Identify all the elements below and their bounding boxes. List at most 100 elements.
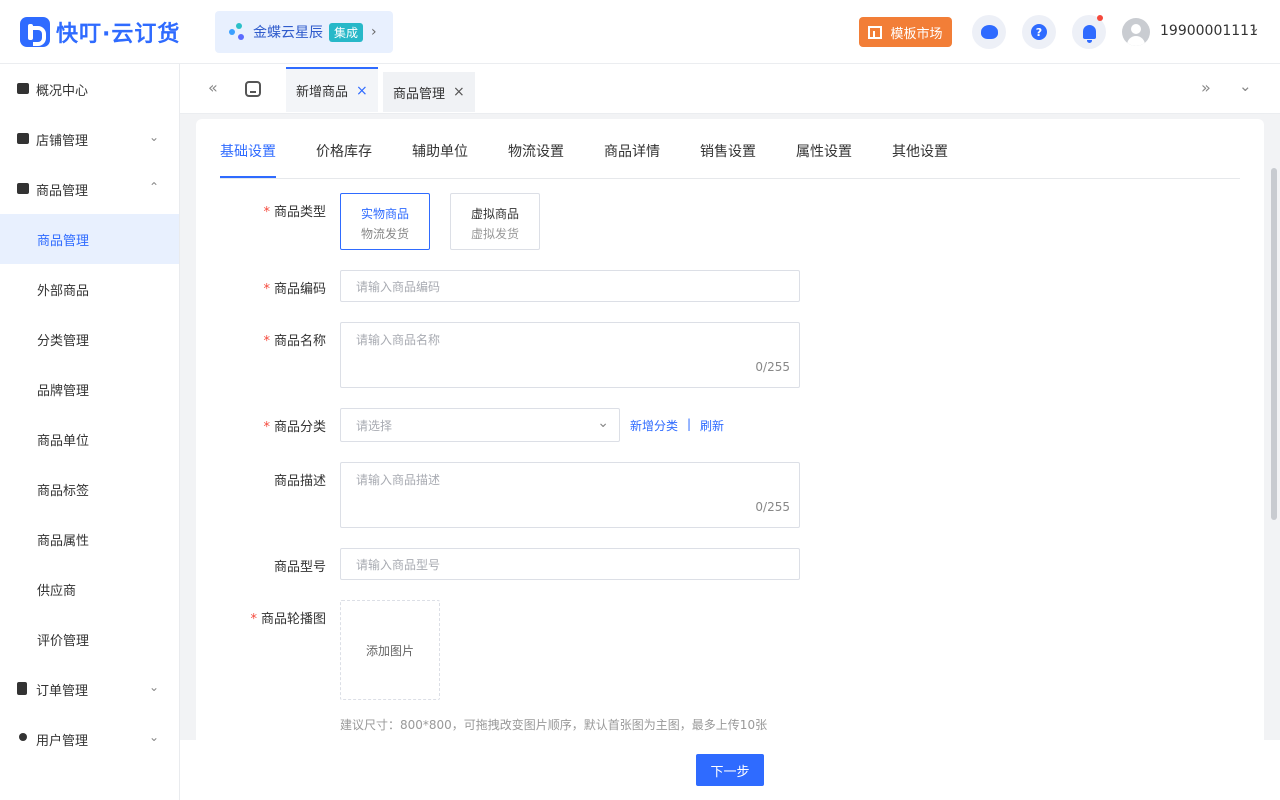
main-form-card: 基础设置 价格库存 辅助单位 物流设置 商品详情 销售设置 属性设置 其他设置 … xyxy=(196,119,1264,759)
sidebar-item-reviews[interactable]: 评价管理 xyxy=(0,614,179,664)
sidebar-item-label: 订单管理 xyxy=(36,683,89,699)
logo-icon xyxy=(20,17,50,47)
tab-other-settings[interactable]: 其他设置 xyxy=(892,141,948,161)
close-icon[interactable]: × xyxy=(356,83,368,99)
char-counter: 0/255 xyxy=(755,360,790,374)
form-footer: 下一步 xyxy=(180,740,1280,800)
sidebar-item-attributes[interactable]: 商品属性 xyxy=(0,514,179,564)
sidebar-item-brands[interactable]: 品牌管理 xyxy=(0,364,179,414)
tab-product-details[interactable]: 商品详情 xyxy=(604,141,660,161)
sidebar-item-overview[interactable]: 概况中心 xyxy=(0,64,179,114)
next-step-button[interactable]: 下一步 xyxy=(696,754,764,786)
product-type-label: * 商品类型 xyxy=(263,205,326,220)
add-image-upload[interactable]: 添加图片 xyxy=(340,600,440,700)
notification-dot xyxy=(1097,15,1103,21)
product-name-label: * 商品名称 xyxy=(263,334,326,349)
page-scrollbar[interactable] xyxy=(1270,120,1278,740)
top-header: 快叮·云订货 金蝶云星辰 集成 › 模板市场 ? 19900001111 ⌄ xyxy=(0,0,1280,64)
kingdee-integration-button[interactable]: 金蝶云星辰 集成 › xyxy=(215,11,393,53)
option-title: 虚拟商品 xyxy=(470,207,519,221)
avatar-icon[interactable] xyxy=(1122,18,1150,46)
template-market-button[interactable]: 模板市场 xyxy=(859,17,952,47)
sidebar-item-label: 概况中心 xyxy=(36,83,89,99)
product-name-input[interactable]: 请输入商品名称 0/255 xyxy=(340,322,800,388)
notifications-button[interactable] xyxy=(1072,15,1106,49)
sidebar-item-label: 评价管理 xyxy=(37,633,90,649)
close-icon[interactable]: × xyxy=(453,84,465,100)
sidebar-item-label: 商品管理 xyxy=(37,233,90,249)
tab-logistics[interactable]: 物流设置 xyxy=(508,141,564,161)
double-chevron-left-icon[interactable]: « xyxy=(208,78,218,97)
tab-price-stock[interactable]: 价格库存 xyxy=(316,141,372,161)
product-carousel-label: * 商品轮播图 xyxy=(250,612,326,627)
sidebar-item-label: 供应商 xyxy=(37,583,77,599)
sidebar-item-label: 用户管理 xyxy=(36,733,89,749)
product-model-input[interactable]: 请输入商品型号 xyxy=(340,548,800,580)
chevron-down-icon: ⌄ xyxy=(148,680,159,694)
sidebar-item-store[interactable]: 店铺管理 ⌄ xyxy=(0,114,179,164)
product-code-input[interactable]: 请输入商品编码 xyxy=(340,270,800,302)
service-icon xyxy=(980,25,998,39)
option-title: 实物商品 xyxy=(360,207,409,221)
sidebar-item-label: 品牌管理 xyxy=(37,383,90,399)
product-description-placeholder: 请输入商品描述 xyxy=(356,473,441,487)
tab-attribute-settings[interactable]: 属性设置 xyxy=(796,141,852,161)
sidebar-item-users[interactable]: 用户管理 ⌄ xyxy=(0,714,179,764)
sidebar-item-tags[interactable]: 商品标签 xyxy=(0,464,179,514)
briefcase-icon xyxy=(17,183,29,194)
form-tabs: 基础设置 价格库存 辅助单位 物流设置 商品详情 销售设置 属性设置 其他设置 xyxy=(220,119,1240,179)
username[interactable]: 19900001111 xyxy=(1160,23,1258,39)
active-tab-indicator xyxy=(220,176,276,178)
customer-service-button[interactable] xyxy=(972,15,1006,49)
chevron-down-icon: ⌄ xyxy=(597,415,609,431)
sidebar-item-label: 商品属性 xyxy=(37,533,90,549)
tab-product-management[interactable]: 商品管理 × xyxy=(383,72,475,112)
tab-aux-units[interactable]: 辅助单位 xyxy=(412,141,468,161)
product-description-label: 商品描述 xyxy=(273,474,326,489)
sidebar-item-label: 外部商品 xyxy=(37,283,90,299)
option-subtitle: 物流发货 xyxy=(360,227,409,241)
sidebar-item-products[interactable]: 商品管理 ⌃ xyxy=(0,164,179,214)
sidebar-item-external-products[interactable]: 外部商品 xyxy=(0,264,179,314)
product-category-select[interactable]: 请选择 ⌄ xyxy=(340,408,620,442)
product-description-input[interactable]: 请输入商品描述 0/255 xyxy=(340,462,800,528)
sidebar-item-label: 商品标签 xyxy=(37,483,90,499)
physical-product-option[interactable]: 实物商品 物流发货 xyxy=(340,193,430,250)
help-icon: ? xyxy=(1031,24,1047,40)
product-code-label: * 商品编码 xyxy=(263,282,326,297)
template-icon xyxy=(868,25,883,39)
chevron-down-icon[interactable]: ⌄ xyxy=(1249,21,1260,36)
help-button[interactable]: ? xyxy=(1022,15,1056,49)
kingdee-label: 金蝶云星辰 xyxy=(253,25,323,41)
tab-add-product[interactable]: 新增商品 × xyxy=(286,67,378,112)
chevron-up-icon: ⌃ xyxy=(148,180,159,194)
char-counter: 0/255 xyxy=(755,500,790,514)
sidebar-item-label: 分类管理 xyxy=(37,333,90,349)
scrollbar-thumb[interactable] xyxy=(1271,168,1277,520)
sidebar-item-product-management[interactable]: 商品管理 xyxy=(0,214,179,264)
chevron-down-icon[interactable]: ⌄ xyxy=(1239,77,1252,95)
store-icon xyxy=(17,133,29,144)
tab-basic-settings[interactable]: 基础设置 xyxy=(220,141,276,161)
sidebar-item-units[interactable]: 商品单位 xyxy=(0,414,179,464)
tab-sales-settings[interactable]: 销售设置 xyxy=(700,141,756,161)
virtual-product-option[interactable]: 虚拟商品 虚拟发货 xyxy=(450,193,540,250)
sidebar-item-orders[interactable]: 订单管理 ⌄ xyxy=(0,664,179,714)
sidebar-item-label: 店铺管理 xyxy=(36,133,89,149)
home-icon[interactable] xyxy=(245,81,261,97)
add-category-link[interactable]: 新增分类 xyxy=(630,417,678,434)
sidebar-item-categories[interactable]: 分类管理 xyxy=(0,314,179,364)
chevron-down-icon: ⌄ xyxy=(148,730,159,744)
image-size-hint: 建议尺寸：800*800，可拖拽改变图片顺序，默认首张图为主图，最多上传10张 xyxy=(340,718,768,732)
option-subtitle: 虚拟发货 xyxy=(470,227,519,241)
tab-label: 商品管理 xyxy=(393,86,446,102)
double-chevron-right-icon[interactable]: » xyxy=(1201,78,1211,97)
chevron-right-icon: › xyxy=(371,24,377,40)
tab-label: 新增商品 xyxy=(296,85,349,100)
integration-badge: 集成 xyxy=(329,22,364,42)
link-separator: | xyxy=(687,417,692,431)
product-model-label: 商品型号 xyxy=(273,560,326,575)
app-logo[interactable]: 快叮·云订货 xyxy=(20,16,180,48)
sidebar-item-suppliers[interactable]: 供应商 xyxy=(0,564,179,614)
refresh-link[interactable]: 刷新 xyxy=(700,417,724,434)
